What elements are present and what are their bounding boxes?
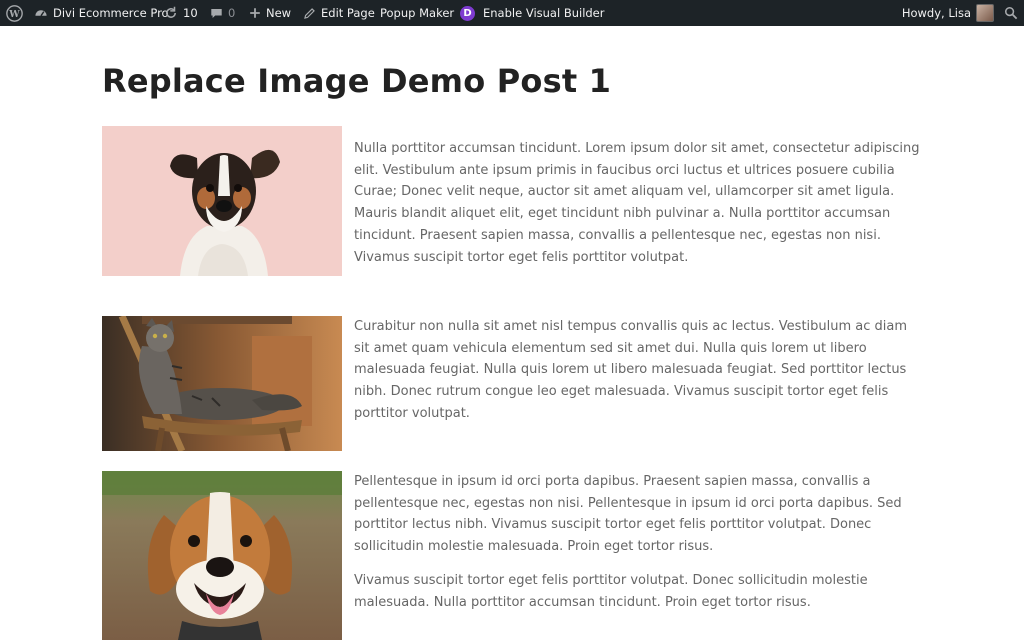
admin-bar: W Divi Ecommerce Pro 10 0 New Edit Page … — [0, 0, 1024, 26]
plus-icon — [249, 7, 261, 19]
new-label: New — [266, 6, 292, 20]
popup-maker-label: Popup Maker — [380, 6, 455, 20]
post-paragraph: Nulla porttitor accumsan tincidunt. Lore… — [354, 141, 920, 265]
dashboard-icon — [34, 6, 48, 20]
terrier-dog-photo — [102, 126, 342, 276]
new-content-menu[interactable]: New — [249, 0, 291, 26]
post-paragraph-group: Curabitur non nulla sit amet nisl tempus… — [354, 316, 920, 437]
avatar — [976, 4, 994, 22]
svg-text:W: W — [8, 8, 20, 19]
post-paragraph: Curabitur non nulla sit amet nisl tempus… — [354, 319, 908, 421]
tabby-cat-on-chair-photo — [102, 316, 342, 451]
post-paragraph-group: Nulla porttitor accumsan tincidunt. Lore… — [354, 138, 920, 280]
pencil-icon — [303, 7, 316, 20]
my-account-menu[interactable]: Howdy, Lisa — [902, 0, 994, 26]
site-name-label: Divi Ecommerce Pro — [53, 6, 169, 20]
edit-page-link[interactable]: Edit Page — [303, 0, 375, 26]
wordpress-logo-icon[interactable]: W — [6, 0, 23, 26]
comments-count: 0 — [228, 6, 236, 20]
updates-icon — [164, 6, 178, 20]
post-paragraph: Vivamus suscipit tortor eget felis portt… — [354, 572, 868, 610]
search-icon[interactable] — [1004, 0, 1018, 26]
post-paragraph-group: Pellentesque in ipsum id orci porta dapi… — [354, 471, 920, 625]
beagle-dog-photo — [102, 471, 342, 640]
enable-visual-builder-link[interactable]: D Enable Visual Builder — [460, 0, 605, 26]
post-paragraph: Pellentesque in ipsum id orci porta dapi… — [354, 474, 902, 555]
comments-menu[interactable]: 0 — [210, 0, 235, 26]
visual-builder-label: Enable Visual Builder — [483, 6, 605, 20]
edit-page-label: Edit Page — [321, 6, 375, 20]
updates-count: 10 — [183, 6, 198, 20]
post-title: Replace Image Demo Post 1 — [102, 62, 612, 100]
howdy-label: Howdy, Lisa — [901, 6, 971, 20]
popup-maker-menu[interactable]: Popup Maker — [380, 0, 454, 26]
site-name-menu[interactable]: Divi Ecommerce Pro — [34, 0, 169, 26]
comment-icon — [210, 7, 223, 20]
divi-icon: D — [460, 5, 475, 21]
updates-menu[interactable]: 10 — [164, 0, 198, 26]
